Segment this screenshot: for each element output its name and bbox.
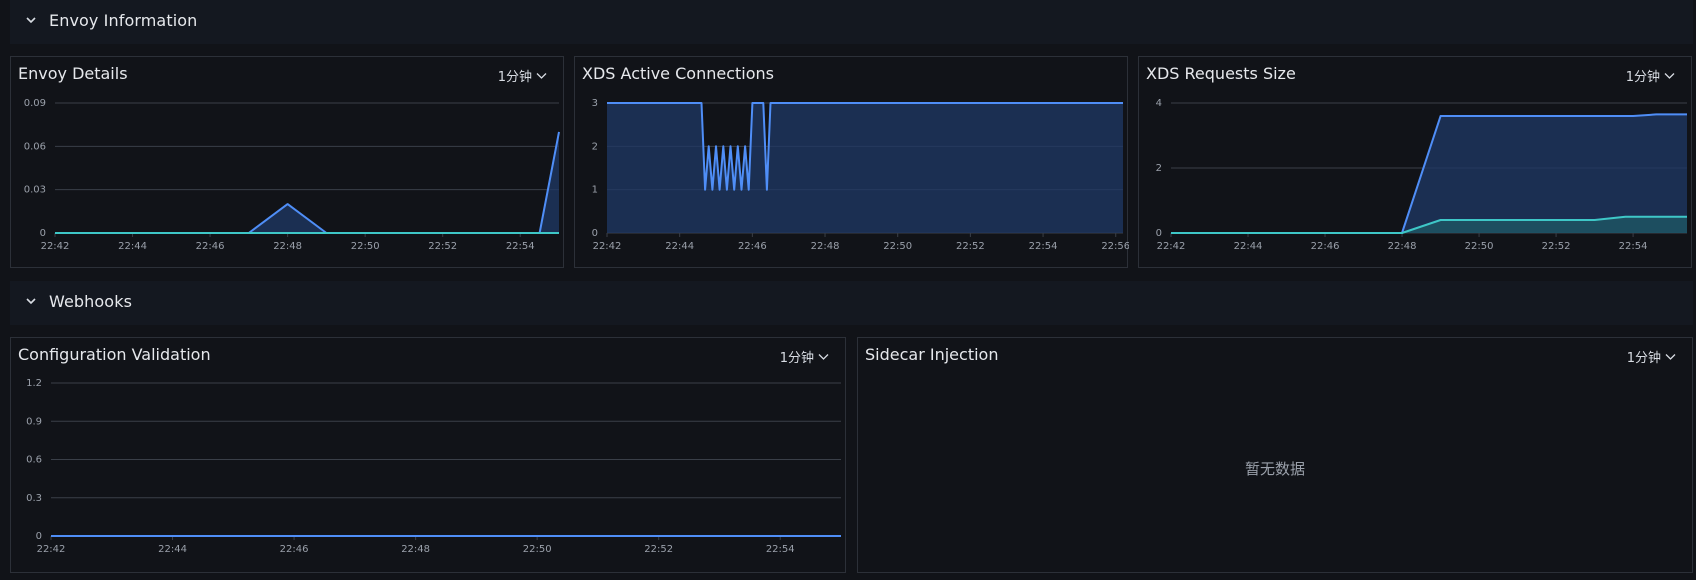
x-tick-label: 22:46 [280,544,309,555]
y-tick-label: 0 [40,228,46,239]
x-tick-label: 22:50 [883,241,912,252]
panel-xds-requests-size: XDS Requests Size 1分钟 0 2 4 22:42 22:44 22:46… [1138,56,1692,268]
x-tick-label: 22:42 [1157,241,1186,252]
y-tick-label: 4 [1156,98,1162,109]
y-tick-label: 2 [1156,163,1162,174]
x-tick-label: 22:50 [351,241,380,252]
y-tick-label: 0.06 [24,141,46,152]
y-tick-label: 0 [592,228,598,239]
x-tick-label: 22:42 [41,241,70,252]
chart-configuration-validation: 0 0.3 0.6 0.9 1.2 22:42 22:44 22:46 22:48 22:50 22… [26,378,841,555]
section-title: Envoy Information [49,11,198,30]
x-tick-label: 22:48 [273,241,302,252]
y-tick-label: 0 [36,531,42,542]
y-tick-label: 0.3 [26,493,42,504]
y-tick-label: 0 [1156,228,1162,239]
chevron-down-icon[interactable] [24,294,38,308]
x-tick-label: 22:54 [1619,241,1648,252]
x-tick-label: 22:44 [158,544,187,555]
interval-label: 1分钟 [1626,351,1661,366]
y-tick-label: 2 [592,141,598,152]
panel-title: Sidecar Injection [865,345,999,364]
x-tick-label: 22:48 [401,544,430,555]
panel-configuration-validation: Configuration Validation 1分钟 0 0.3 0.6 0.9 1… [10,337,846,573]
x-tick-label: 22:48 [1388,241,1417,252]
x-tick-label: 22:52 [956,241,985,252]
y-tick-label: 0.09 [24,98,46,109]
section-envoy-information[interactable]: Envoy Information [0,0,1696,44]
section-title: Webhooks [49,292,133,311]
chevron-down-icon [1665,353,1676,360]
y-tick-label: 3 [592,98,598,109]
y-tick-label: 1.2 [26,378,42,389]
x-tick-label: 22:52 [428,241,457,252]
x-tick-label: 22:44 [118,241,147,252]
x-tick-label: 22:54 [506,241,535,252]
y-tick-label: 1 [592,185,598,196]
x-tick-label: 22:44 [665,241,694,252]
x-tick-label: 22:56 [1101,241,1129,252]
panel-sidecar-injection: Sidecar Injection 1分钟 暂无数据 [857,337,1693,573]
chart-xds-requests-size: 0 2 4 22:42 22:44 22:46 22:48 22:50 22:52 22:54 [1156,98,1687,252]
interval-dropdown[interactable]: 1分钟 [1627,347,1676,366]
x-tick-label: 22:52 [1542,241,1571,252]
chart-envoy-details: 0 0.03 0.06 0.09 22:42 22:44 22:46 22:48 22:50 22… [24,98,560,252]
x-tick-label: 22:42 [37,544,66,555]
x-tick-label: 22:44 [1234,241,1263,252]
x-tick-label: 22:46 [738,241,767,252]
series-area [1171,114,1687,233]
panel-envoy-details: Envoy Details 1分钟 0 0.03 0.06 0.09 22:42 22:4… [10,56,564,268]
x-tick-label: 22:50 [1465,241,1494,252]
series-area [607,103,1123,233]
panel-xds-active-connections: XDS Active Connections 0 1 2 3 22:42 22:44 22:… [574,56,1129,268]
section-webhooks[interactable]: Webhooks [0,281,1696,325]
chart-xds-active-connections: 0 1 2 3 22:42 22:44 22:46 22:48 22:50 22:52 22:54 2… [592,98,1129,252]
y-tick-label: 0.03 [24,185,46,196]
x-tick-label: 22:54 [766,544,795,555]
chevron-down-icon[interactable] [24,13,38,27]
empty-state-text: 暂无数据 [1244,460,1305,478]
x-tick-label: 22:46 [1311,241,1340,252]
x-tick-label: 22:54 [1029,241,1058,252]
x-tick-label: 22:42 [593,241,622,252]
section-bar [10,281,1693,325]
x-tick-label: 22:50 [523,544,552,555]
x-tick-label: 22:48 [811,241,840,252]
section-bar [10,0,1693,44]
y-tick-label: 0.6 [26,455,42,466]
x-tick-label: 22:52 [644,544,673,555]
x-tick-label: 22:46 [196,241,225,252]
y-tick-label: 0.9 [26,416,42,427]
series-line[interactable] [55,131,560,234]
